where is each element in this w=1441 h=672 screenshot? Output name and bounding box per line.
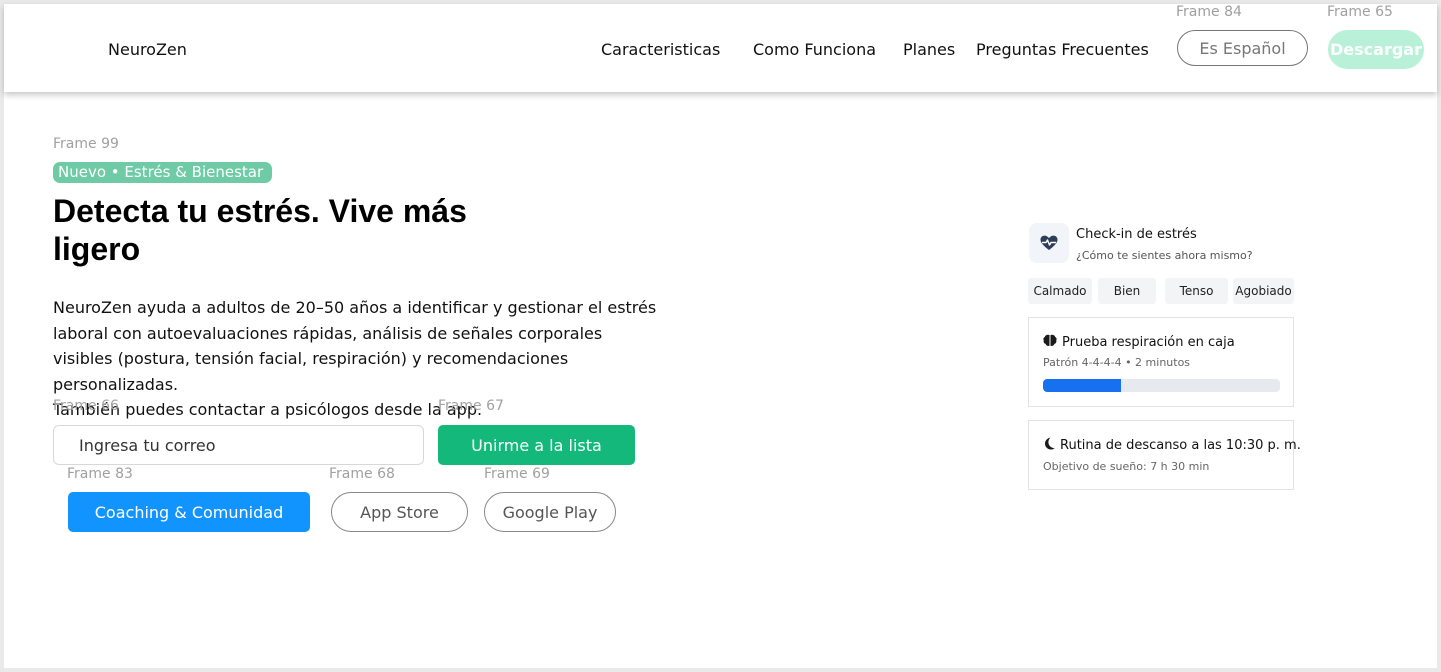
page-canvas: NeuroZen Caracteristicas Como Funciona P… bbox=[4, 4, 1437, 668]
google-play-button[interactable]: Google Play bbox=[484, 492, 616, 532]
nav-planes[interactable]: Planes bbox=[903, 40, 955, 59]
coaching-community-button[interactable]: Coaching & Comunidad bbox=[68, 492, 310, 532]
hero-headline: Detecta tu estrés. Vive más ligero bbox=[53, 192, 523, 268]
rest-card-subtitle: Objetivo de sueño: 7 h 30 min bbox=[1043, 460, 1210, 473]
description-line: visibles (postura, tensión facial, respi… bbox=[53, 349, 569, 394]
nav-caracteristicas[interactable]: Caracteristicas bbox=[601, 40, 720, 59]
rest-routine-card[interactable]: Rutina de descanso a las 10:30 p. m. Obj… bbox=[1028, 420, 1301, 490]
rest-card-title: Rutina de descanso a las 10:30 p. m. bbox=[1043, 437, 1301, 454]
description-line: laboral con autoevaluaciones rápidas, an… bbox=[53, 323, 603, 343]
breathing-title-text: Prueba respiración en caja bbox=[1062, 335, 1235, 350]
moon-icon bbox=[1043, 437, 1055, 454]
download-button[interactable]: Descargar bbox=[1328, 30, 1424, 69]
frame-label: Frame 67 bbox=[438, 398, 504, 414]
nav-preguntas-frecuentes[interactable]: Preguntas Frecuentes bbox=[976, 40, 1149, 59]
frame-label: Frame 66 bbox=[53, 398, 119, 414]
frame-label: Frame 69 bbox=[484, 466, 550, 482]
breathing-card-title: Prueba respiración en caja bbox=[1043, 334, 1235, 351]
language-button[interactable]: Es Español bbox=[1177, 30, 1308, 66]
nav-como-funciona[interactable]: Como Funciona bbox=[753, 40, 876, 59]
heart-pulse-icon bbox=[1029, 223, 1069, 263]
frame-label: Frame 99 bbox=[53, 136, 119, 152]
email-input[interactable] bbox=[53, 425, 424, 465]
brand-logo[interactable]: NeuroZen bbox=[108, 40, 187, 59]
new-badge: Nuevo • Estrés & Bienestar bbox=[53, 162, 273, 183]
checkin-subtitle: ¿Cómo te sientes ahora mismo? bbox=[1076, 249, 1253, 262]
frame-label: Frame 68 bbox=[329, 466, 395, 482]
frame-label: Frame 83 bbox=[67, 466, 133, 482]
mood-option-bien[interactable]: Bien bbox=[1098, 278, 1156, 304]
headline-line: ligero bbox=[53, 231, 141, 267]
progress-fill bbox=[1043, 379, 1122, 392]
headline-line: Detecta tu estrés. Vive más bbox=[53, 193, 467, 229]
breathing-exercise-card[interactable]: Prueba respiración en caja Patrón 4-4-4-… bbox=[1028, 317, 1294, 407]
app-store-button[interactable]: App Store bbox=[331, 492, 468, 532]
frame-label: Frame 65 bbox=[1327, 4, 1393, 20]
mood-option-agobiado[interactable]: Agobiado bbox=[1233, 278, 1294, 304]
breathing-card-subtitle: Patrón 4-4-4-4 • 2 minutos bbox=[1043, 356, 1191, 369]
frame-label: Frame 84 bbox=[1176, 4, 1242, 20]
rest-title-text: Rutina de descanso a las 10:30 p. m. bbox=[1060, 438, 1301, 453]
brain-icon bbox=[1043, 334, 1057, 351]
description-line: NeuroZen ayuda a adultos de 20–50 años a… bbox=[53, 298, 657, 317]
join-waitlist-button[interactable]: Unirme a la lista bbox=[438, 425, 635, 465]
mood-option-calmado[interactable]: Calmado bbox=[1028, 278, 1092, 304]
checkin-title: Check-in de estrés bbox=[1076, 227, 1197, 242]
breathing-progress-bar bbox=[1043, 379, 1280, 392]
hero-description: NeuroZen ayuda a adultos de 20–50 años a… bbox=[53, 295, 683, 423]
mood-option-tenso[interactable]: Tenso bbox=[1165, 278, 1228, 304]
